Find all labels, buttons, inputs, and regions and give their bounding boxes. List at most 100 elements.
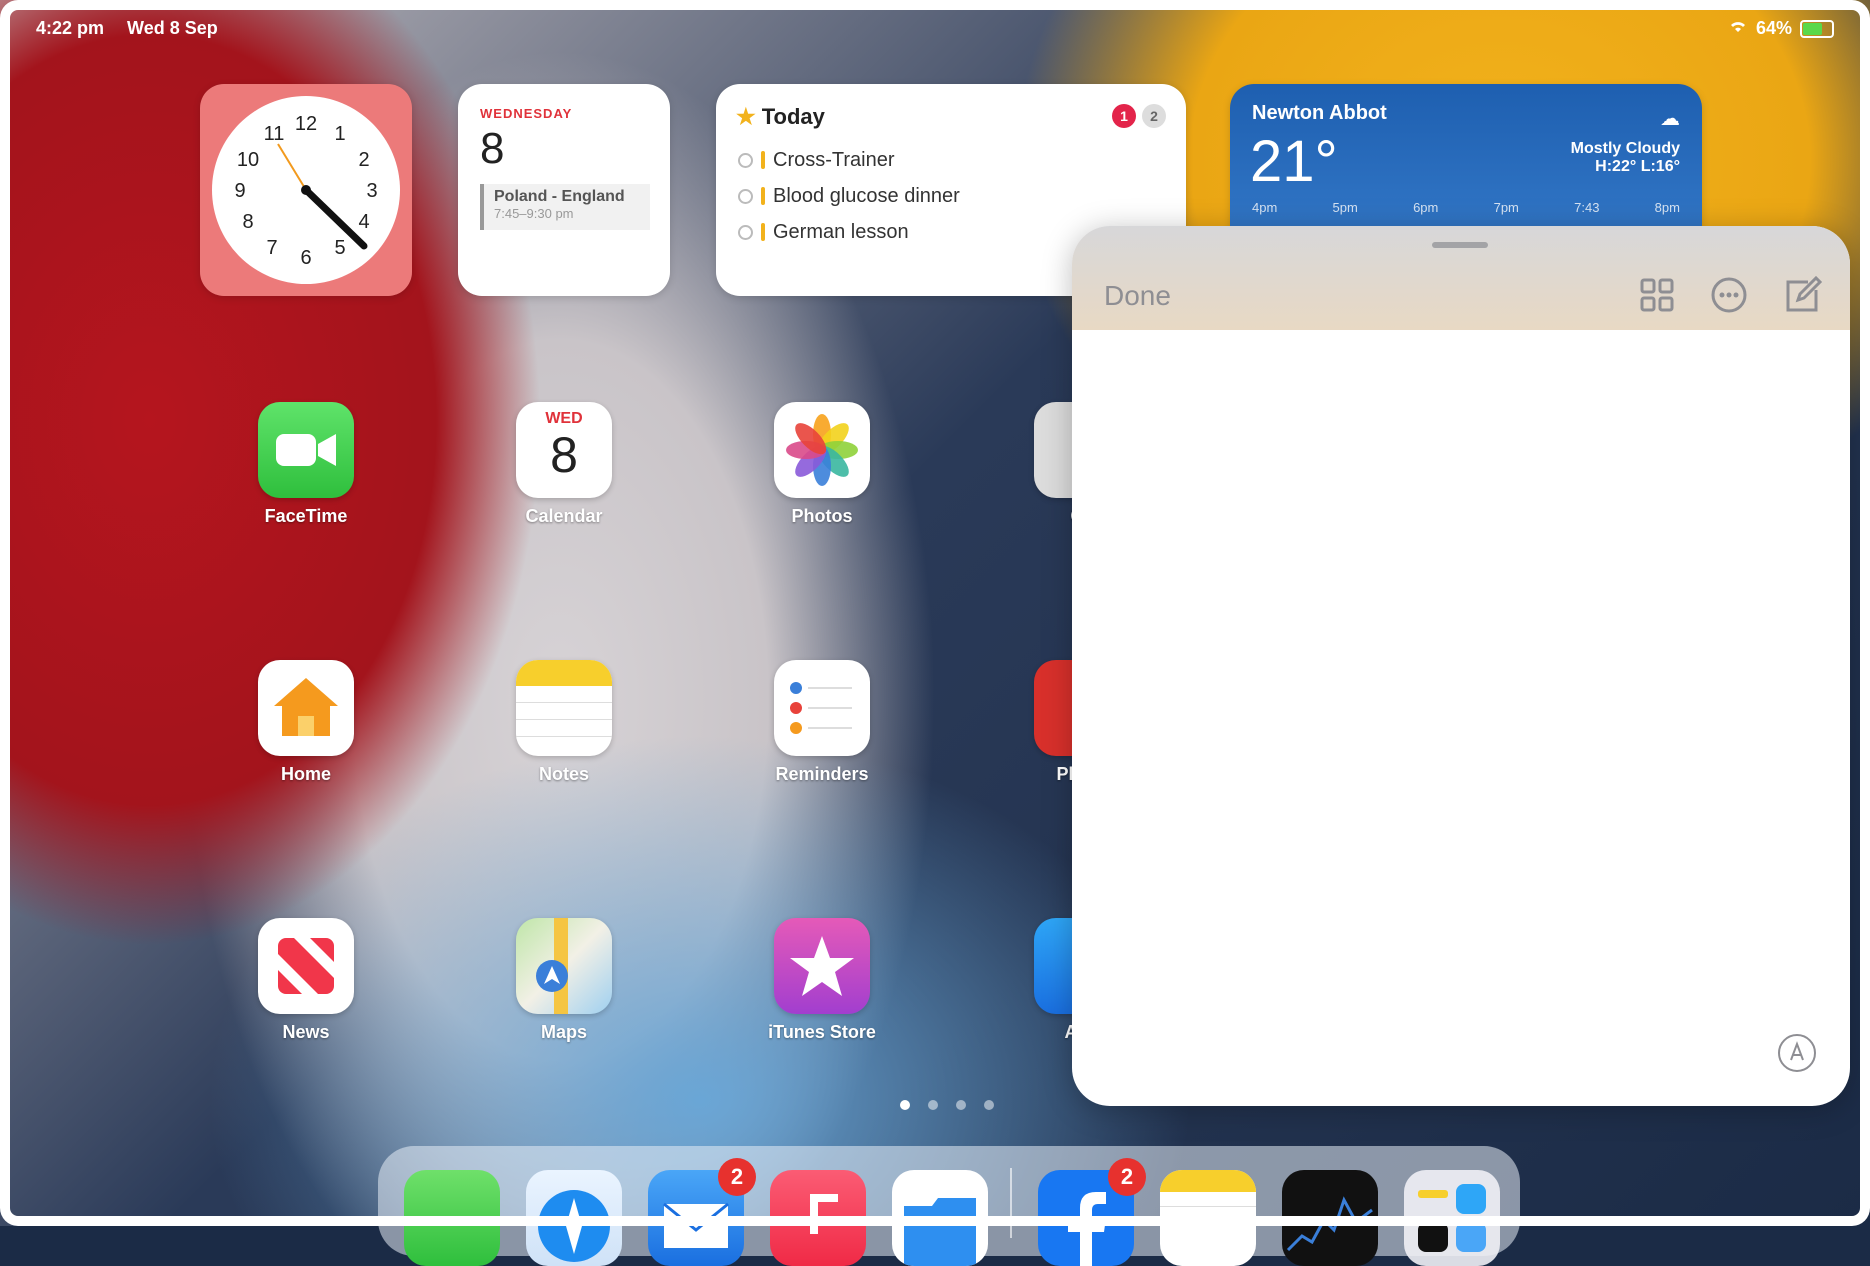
weather-condition-block: Mostly Cloudy H:22° L:16°: [1571, 140, 1680, 176]
app-label: News: [282, 1022, 330, 1042]
app-calendar[interactable]: WED 8 Calendar: [504, 402, 624, 527]
app-maps[interactable]: Maps: [504, 918, 624, 1043]
safari-icon[interactable]: [526, 1170, 622, 1266]
page-dot[interactable]: [900, 1100, 910, 1110]
clock-hour-1: 1: [334, 123, 345, 145]
calendar-widget-day: WEDNESDAY: [480, 106, 573, 121]
page-dot[interactable]: [984, 1100, 994, 1110]
calendar-event[interactable]: Poland - England 7:45–9:30 pm: [480, 184, 650, 230]
status-time: 4:22 pm: [36, 18, 105, 38]
stocks-icon[interactable]: [1282, 1170, 1378, 1266]
messages-icon[interactable]: [404, 1170, 500, 1266]
quick-note-toolbar: Done: [1072, 226, 1850, 330]
reminders-icon[interactable]: [774, 660, 870, 756]
app-label: Calendar: [525, 506, 603, 526]
clock-hour-4: 4: [358, 211, 369, 233]
calendar-icon-date: 8: [550, 427, 578, 483]
grid-icon[interactable]: [1634, 272, 1680, 318]
reminders-title: Today: [761, 104, 825, 129]
calendar-widget-date: 8: [480, 124, 505, 173]
clock-face: 12 1 2 3 4 5 6 7 8 9 10 11: [212, 96, 400, 284]
clock-hour-7: 7: [266, 237, 277, 259]
clock-hour-5: 5: [334, 237, 345, 259]
compose-icon[interactable]: [1778, 272, 1824, 318]
news-icon[interactable]: [258, 918, 354, 1014]
reminder-item[interactable]: Cross-Trainer: [738, 142, 960, 178]
battery-icon: [1800, 19, 1834, 38]
itunes-store-icon[interactable]: [774, 918, 870, 1014]
markup-icon[interactable]: [1778, 1034, 1816, 1072]
clock-hour-2: 2: [358, 149, 369, 171]
checkbox-icon[interactable]: [738, 224, 753, 240]
drag-handle[interactable]: [1432, 242, 1488, 248]
calendar-icon[interactable]: WED 8: [516, 402, 612, 498]
clock-hour-12: 12: [295, 113, 317, 135]
reminder-item[interactable]: Blood glucose dinner: [738, 178, 960, 214]
notes-icon[interactable]: [516, 660, 612, 756]
checkbox-icon[interactable]: [738, 152, 753, 168]
clock-widget[interactable]: 12 1 2 3 4 5 6 7 8 9 10 11: [200, 84, 412, 296]
weather-hour: 5pm: [1332, 200, 1358, 215]
app-notes[interactable]: Notes: [504, 660, 624, 785]
weather-hour: 6pm: [1413, 200, 1439, 215]
weather-hilo: H:22° L:16°: [1595, 158, 1680, 175]
reminders-header: ★ Today: [736, 104, 825, 130]
facebook-badge: 2: [1108, 1158, 1146, 1196]
clock-hour-10: 10: [237, 149, 259, 171]
weather-condition: Mostly Cloudy: [1570, 140, 1680, 157]
home-icon[interactable]: [258, 660, 354, 756]
reminders-count-badge: 1: [1112, 104, 1136, 128]
page-dot[interactable]: [928, 1100, 938, 1110]
weather-hours: 4pm 5pm 6pm 7pm 7:43 8pm: [1252, 200, 1680, 215]
cloud-icon: ☁: [1660, 108, 1680, 130]
photos-icon[interactable]: [774, 402, 870, 498]
calendar-event-time: 7:45–9:30 pm: [494, 206, 574, 221]
star-icon: ★: [736, 104, 756, 129]
page-indicator[interactable]: [900, 1100, 994, 1110]
calendar-widget[interactable]: WEDNESDAY 8 Poland - England 7:45–9:30 p…: [458, 84, 670, 296]
weather-hour: 7pm: [1493, 200, 1519, 215]
app-label: Reminders: [775, 764, 869, 784]
status-bar: 4:22 pm Wed 8 Sep 64%: [36, 18, 1834, 42]
weather-temp: 21°: [1250, 129, 1338, 194]
app-label: Photos: [791, 506, 853, 526]
facetime-icon[interactable]: [258, 402, 354, 498]
reminder-item[interactable]: German lesson: [738, 214, 960, 250]
dock-separator: [1010, 1168, 1012, 1238]
app-home[interactable]: Home: [246, 660, 366, 785]
battery-percent: 64%: [1755, 18, 1792, 38]
reminder-label: German lesson: [773, 220, 909, 243]
calendar-icon-day: WED: [545, 410, 583, 427]
app-label: Home: [280, 764, 331, 784]
reminders-count-badge: 2: [1142, 104, 1166, 128]
weather-hour: 7:43: [1574, 200, 1600, 215]
weather-hour: 4pm: [1252, 200, 1278, 215]
done-button[interactable]: Done: [1104, 280, 1171, 312]
mail-badge: 2: [718, 1158, 756, 1196]
checkbox-icon[interactable]: [738, 188, 753, 204]
app-itunes-store[interactable]: iTunes Store: [762, 918, 882, 1043]
app-library-icon[interactable]: [1404, 1170, 1500, 1266]
weather-city: Newton Abbot: [1252, 102, 1387, 124]
clock-hour-11: 11: [264, 123, 285, 145]
status-date: Wed 8 Sep: [127, 18, 218, 38]
dock: 2 2: [378, 1146, 1520, 1266]
app-news[interactable]: News: [246, 918, 366, 1043]
maps-icon[interactable]: [516, 918, 612, 1014]
reminder-label: Blood glucose dinner: [773, 184, 960, 207]
clock-hour-6: 6: [300, 247, 311, 269]
app-label: iTunes Store: [768, 1022, 876, 1042]
clock-hour-8: 8: [242, 211, 253, 233]
notes-dock-icon[interactable]: [1160, 1170, 1256, 1266]
page-dot[interactable]: [956, 1100, 966, 1110]
files-icon[interactable]: [892, 1170, 988, 1266]
app-label: FaceTime: [264, 506, 348, 526]
app-facetime[interactable]: FaceTime: [246, 402, 366, 527]
music-icon[interactable]: [770, 1170, 866, 1266]
app-reminders[interactable]: Reminders: [762, 660, 882, 785]
quick-note-panel[interactable]: Done: [1072, 226, 1850, 1106]
more-icon[interactable]: [1706, 272, 1752, 318]
app-label: Maps: [540, 1022, 587, 1042]
reminder-label: Cross-Trainer: [773, 148, 895, 171]
app-photos[interactable]: Photos: [762, 402, 882, 527]
